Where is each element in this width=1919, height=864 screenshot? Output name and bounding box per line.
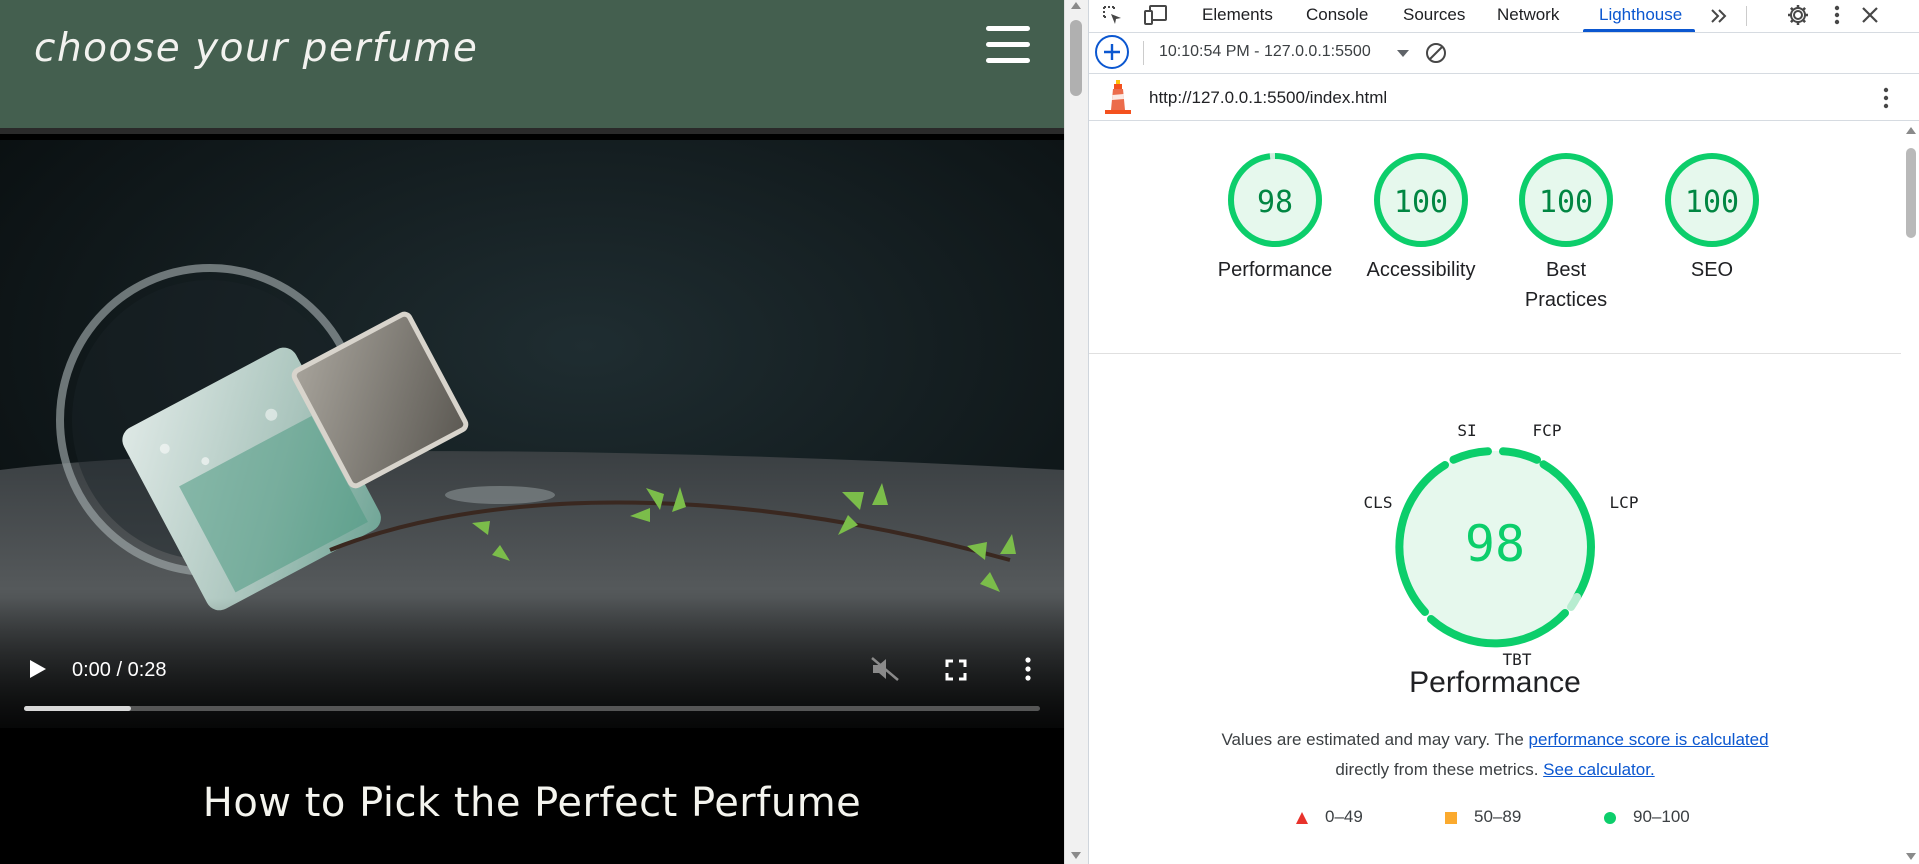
tabbar-separator: [1746, 6, 1747, 26]
settings-gear-icon[interactable]: [1786, 3, 1810, 27]
legend-range: 0–49: [1325, 807, 1363, 826]
metric-label-lcp[interactable]: LCP: [1610, 493, 1639, 512]
play-icon[interactable]: [26, 658, 48, 680]
toolbar-separator: [1143, 41, 1144, 65]
gauge-value: 100: [1685, 185, 1739, 220]
description-text: Values are estimated and may vary. The: [1221, 730, 1529, 749]
gauge-value: 100: [1539, 185, 1593, 220]
section-divider: [1089, 353, 1901, 354]
scroll-down-arrow-icon[interactable]: [1906, 853, 1916, 860]
gauge-ring: 100: [1665, 153, 1759, 247]
gauge-ring: 100: [1374, 153, 1468, 247]
report-selector[interactable]: 10:10:54 PM - 127.0.0.1:5500: [1159, 43, 1371, 61]
gauge-label: Best Practices: [1524, 259, 1608, 311]
score-gauge-performance[interactable]: 98 Performance: [1205, 151, 1345, 285]
more-options-icon[interactable]: [1018, 656, 1038, 682]
tab-sources[interactable]: Sources: [1403, 5, 1465, 25]
legend-item-average: 50–89: [1444, 807, 1521, 827]
video-time: 0:00 / 0:28: [72, 659, 167, 681]
legend-item-fail: 0–49: [1295, 807, 1363, 827]
metric-label-cls[interactable]: CLS: [1364, 493, 1393, 512]
gauge-value: 100: [1394, 185, 1448, 220]
tab-console[interactable]: Console: [1306, 5, 1368, 25]
gauge-remaining: [1567, 593, 1581, 611]
metric-label-si[interactable]: SI: [1457, 421, 1476, 440]
clear-all-icon[interactable]: [1425, 42, 1447, 64]
more-tabs-chevron-icon[interactable]: [1709, 6, 1729, 26]
green-circle-icon: [1604, 811, 1616, 824]
performance-title: Performance: [1409, 666, 1581, 699]
report-scrollbar[interactable]: [1901, 121, 1919, 864]
fullscreen-icon[interactable]: [944, 658, 968, 682]
active-tab-indicator: [1583, 29, 1695, 32]
scroll-up-arrow-icon[interactable]: [1906, 127, 1916, 134]
legend-range: 90–100: [1633, 807, 1690, 826]
description-text-2: directly from these metrics.: [1335, 760, 1539, 779]
video-progress-buffered: [24, 706, 131, 711]
red-triangle-icon: [1296, 811, 1308, 824]
site-header: choose your perfume: [0, 0, 1064, 134]
report-menu-icon[interactable]: [1881, 86, 1891, 110]
see-calculator-link[interactable]: See calculator.: [1543, 760, 1655, 779]
orange-square-icon: [1445, 811, 1457, 824]
inspect-element-icon[interactable]: [1101, 4, 1125, 28]
lighthouse-toolbar: 10:10:54 PM - 127.0.0.1:5500: [1089, 33, 1919, 74]
tab-network[interactable]: Network: [1497, 5, 1559, 25]
plus-icon: [1104, 44, 1120, 60]
customize-devtools-icon[interactable]: [1831, 3, 1843, 27]
hamburger-menu-icon[interactable]: [986, 26, 1030, 64]
gauge-label: Accessibility: [1366, 259, 1476, 281]
page-headline: How to Pick the Perfect Perfume: [202, 780, 862, 826]
device-toolbar-icon[interactable]: [1143, 4, 1169, 28]
website-page: choose your perfume 0:00 / 0:28 How to P…: [0, 0, 1064, 864]
legend-range: 50–89: [1474, 807, 1522, 826]
gauge-ring: 100: [1519, 153, 1613, 247]
lighthouse-logo-icon: [1105, 80, 1131, 114]
score-gauge-seo[interactable]: 100 SEO: [1642, 151, 1782, 285]
gauge-label: Performance: [1217, 259, 1333, 281]
score-legend: 0–49 50–89 90–100: [1089, 807, 1901, 837]
score-calculation-link[interactable]: performance score is calculated: [1529, 730, 1769, 749]
performance-score: 98: [1465, 515, 1525, 573]
metric-label-fcp[interactable]: FCP: [1533, 421, 1562, 440]
scroll-down-arrow-icon[interactable]: [1071, 852, 1081, 859]
site-title: choose your perfume: [34, 26, 479, 71]
scroll-up-arrow-icon[interactable]: [1071, 2, 1081, 9]
close-devtools-icon[interactable]: [1860, 5, 1880, 25]
performance-description: Values are estimated and may vary. The p…: [1149, 725, 1841, 785]
tab-lighthouse[interactable]: Lighthouse: [1599, 5, 1682, 25]
score-gauge-accessibility[interactable]: 100 Accessibility: [1351, 151, 1491, 285]
gauge-value: 98: [1257, 185, 1293, 220]
chevron-down-icon[interactable]: [1397, 50, 1409, 57]
score-gauge-best-practices[interactable]: 100 Best Practices: [1496, 151, 1636, 315]
muted-speaker-icon[interactable]: [870, 656, 900, 682]
devtools-tabbar: Elements Console Sources Network Lightho…: [1089, 0, 1919, 33]
performance-metrics-gauge: 98 SI FCP LCP TBT CLS: [1364, 421, 1639, 669]
page-scrollbar[interactable]: [1064, 0, 1088, 864]
devtools-panel: Elements Console Sources Network Lightho…: [1088, 0, 1919, 864]
gauge-label: SEO: [1690, 259, 1734, 281]
video-progress-bar[interactable]: [24, 706, 1040, 711]
report-scrollbar-thumb[interactable]: [1906, 148, 1916, 238]
gauge-ring: 98: [1228, 153, 1322, 247]
page-scrollbar-thumb[interactable]: [1070, 20, 1082, 96]
report-url: http://127.0.0.1:5500/index.html: [1149, 88, 1388, 107]
lighthouse-report: 98 Performance 100 Accessibility 100 Bes…: [1089, 121, 1901, 864]
tab-elements[interactable]: Elements: [1202, 5, 1273, 25]
report-url-bar: http://127.0.0.1:5500/index.html: [1089, 74, 1919, 121]
new-report-button[interactable]: [1095, 35, 1129, 69]
video-player[interactable]: 0:00 / 0:28: [0, 140, 1064, 728]
legend-item-pass: 90–100: [1603, 807, 1690, 827]
